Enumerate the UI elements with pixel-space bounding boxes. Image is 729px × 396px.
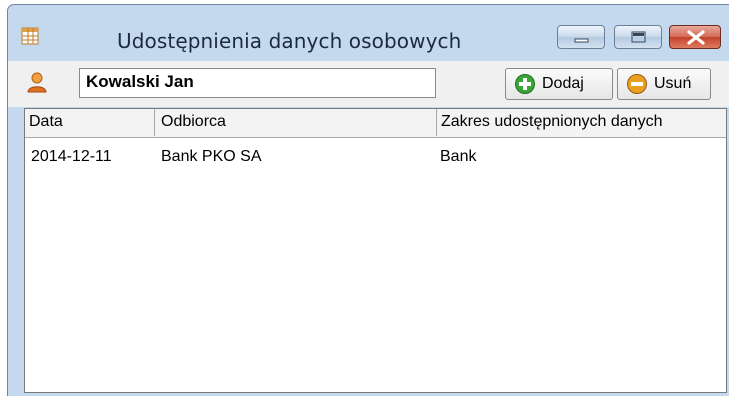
minus-circle-icon [627,74,647,94]
toolbar: Kowalski Jan Dodaj Usuń [8,61,729,107]
minimize-icon [574,38,589,43]
person-name-field[interactable]: Kowalski Jan [79,68,436,98]
data-grid[interactable]: Data Odbiorca Zakres udostępnionych dany… [24,108,727,393]
maximize-icon [631,31,646,43]
close-button[interactable] [669,25,721,49]
column-header-recipient[interactable]: Odbiorca [155,109,437,136]
grid-header: Data Odbiorca Zakres udostępnionych dany… [25,109,726,138]
column-header-scope[interactable]: Zakres udostępnionych danych [437,109,728,136]
column-header-date[interactable]: Data [25,109,155,136]
remove-button[interactable]: Usuń [617,68,711,100]
add-button-label: Dodaj [542,75,584,92]
person-icon [26,71,48,93]
window-title: Udostępnienia danych osobowych [117,29,462,53]
table-row[interactable]: 2014-12-11 Bank PKO SA Bank [25,148,726,172]
remove-button-label: Usuń [654,75,692,92]
plus-circle-icon [515,74,535,94]
close-icon [687,30,705,45]
table-grid-icon[interactable] [21,27,39,45]
cell-scope: Bank [440,148,477,165]
cell-recipient: Bank PKO SA [161,148,262,165]
minimize-button[interactable] [557,25,605,49]
cell-date: 2014-12-11 [31,148,112,165]
title-bar[interactable]: Udostępnienia danych osobowych [8,5,729,60]
add-button[interactable]: Dodaj [505,68,613,100]
app-window: Udostępnienia danych osobowych Kowalski … [7,4,729,396]
maximize-button[interactable] [614,25,662,49]
